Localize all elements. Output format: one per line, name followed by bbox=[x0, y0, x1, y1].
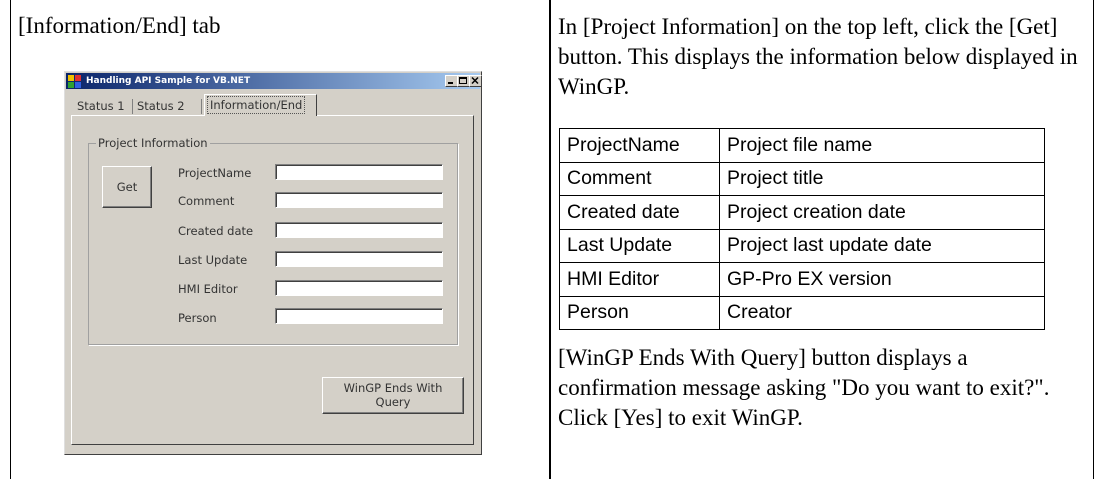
intro-paragraph: In [Project Information] on the top left… bbox=[558, 14, 1078, 99]
field-label-last-update: Last Update bbox=[178, 253, 248, 267]
table-row: Comment Project title bbox=[559, 161, 1045, 196]
info-table: ProjectName Project file name Comment Pr… bbox=[559, 128, 1045, 330]
tab-separator bbox=[132, 99, 133, 114]
title-bar: Handling API Sample for VB.NET bbox=[66, 73, 482, 89]
table-cell-item: ProjectName bbox=[559, 128, 720, 163]
tab-status-1[interactable]: Status 1 bbox=[77, 97, 125, 115]
table-cell-item: Person bbox=[559, 295, 720, 330]
created-date-field[interactable] bbox=[275, 222, 443, 238]
left-heading: [Information/End] tab bbox=[18, 13, 221, 38]
tab-separator bbox=[201, 99, 202, 114]
maximize-icon bbox=[459, 77, 467, 84]
projectname-field[interactable] bbox=[275, 164, 443, 180]
app-icon bbox=[68, 74, 82, 88]
table-cell-item: Last Update bbox=[559, 228, 720, 263]
table-row: Created date Project creation date bbox=[559, 195, 1045, 230]
table-row: HMI Editor GP-Pro EX version bbox=[559, 262, 1045, 297]
table-cell-description: Project file name bbox=[719, 128, 1045, 163]
field-label-person: Person bbox=[178, 311, 217, 325]
table-cell-description: Project creation date bbox=[719, 195, 1045, 230]
outro-paragraph: [WinGP Ends With Query] button displays … bbox=[558, 345, 1050, 430]
wingp-ends-with-query-button[interactable]: WinGP Ends With Query bbox=[322, 377, 464, 414]
table-row: Last Update Project last update date bbox=[559, 228, 1045, 263]
table-cell-item: HMI Editor bbox=[559, 262, 720, 297]
minimize-icon bbox=[448, 82, 453, 84]
table-cell-description: Creator bbox=[719, 295, 1045, 330]
table-row: Person Creator bbox=[559, 295, 1045, 330]
table-cell-description: Project title bbox=[719, 161, 1045, 196]
exit-button-line-2: Query bbox=[375, 395, 411, 409]
group-label: Project Information bbox=[96, 135, 210, 151]
table-cell-item: Comment bbox=[559, 161, 720, 196]
tab-panel: Project Information Get ProjectName Comm… bbox=[71, 115, 474, 445]
tab-status-2[interactable]: Status 2 bbox=[137, 97, 185, 115]
close-icon bbox=[471, 76, 479, 85]
table-cell-description: Project last update date bbox=[719, 228, 1045, 263]
field-label-hmi-editor: HMI Editor bbox=[178, 282, 238, 296]
exit-button-line-1: WinGP Ends With bbox=[343, 381, 443, 395]
get-button[interactable]: Get bbox=[102, 166, 152, 208]
field-label-projectname: ProjectName bbox=[178, 166, 252, 180]
person-field[interactable] bbox=[275, 308, 443, 324]
comment-field[interactable] bbox=[275, 192, 443, 208]
table-cell-description: GP-Pro EX version bbox=[719, 262, 1045, 297]
tab-information-end[interactable]: Information/End bbox=[204, 94, 317, 116]
project-information-group: Project Information Get ProjectName Comm… bbox=[88, 135, 458, 345]
close-button[interactable] bbox=[469, 75, 482, 87]
app-window: Handling API Sample for VB.NET Status 1 … bbox=[64, 71, 482, 455]
last-update-field[interactable] bbox=[275, 251, 443, 267]
window-title: Handling API Sample for VB.NET bbox=[86, 76, 251, 86]
tab-information-end-label: Information/End bbox=[207, 96, 306, 114]
table-cell-item: Created date bbox=[559, 195, 720, 230]
field-label-comment: Comment bbox=[178, 194, 235, 208]
field-label-created-date: Created date bbox=[178, 224, 254, 238]
hmi-editor-field[interactable] bbox=[275, 280, 443, 296]
column-divider bbox=[549, 0, 551, 479]
table-row: ProjectName Project file name bbox=[559, 128, 1045, 163]
